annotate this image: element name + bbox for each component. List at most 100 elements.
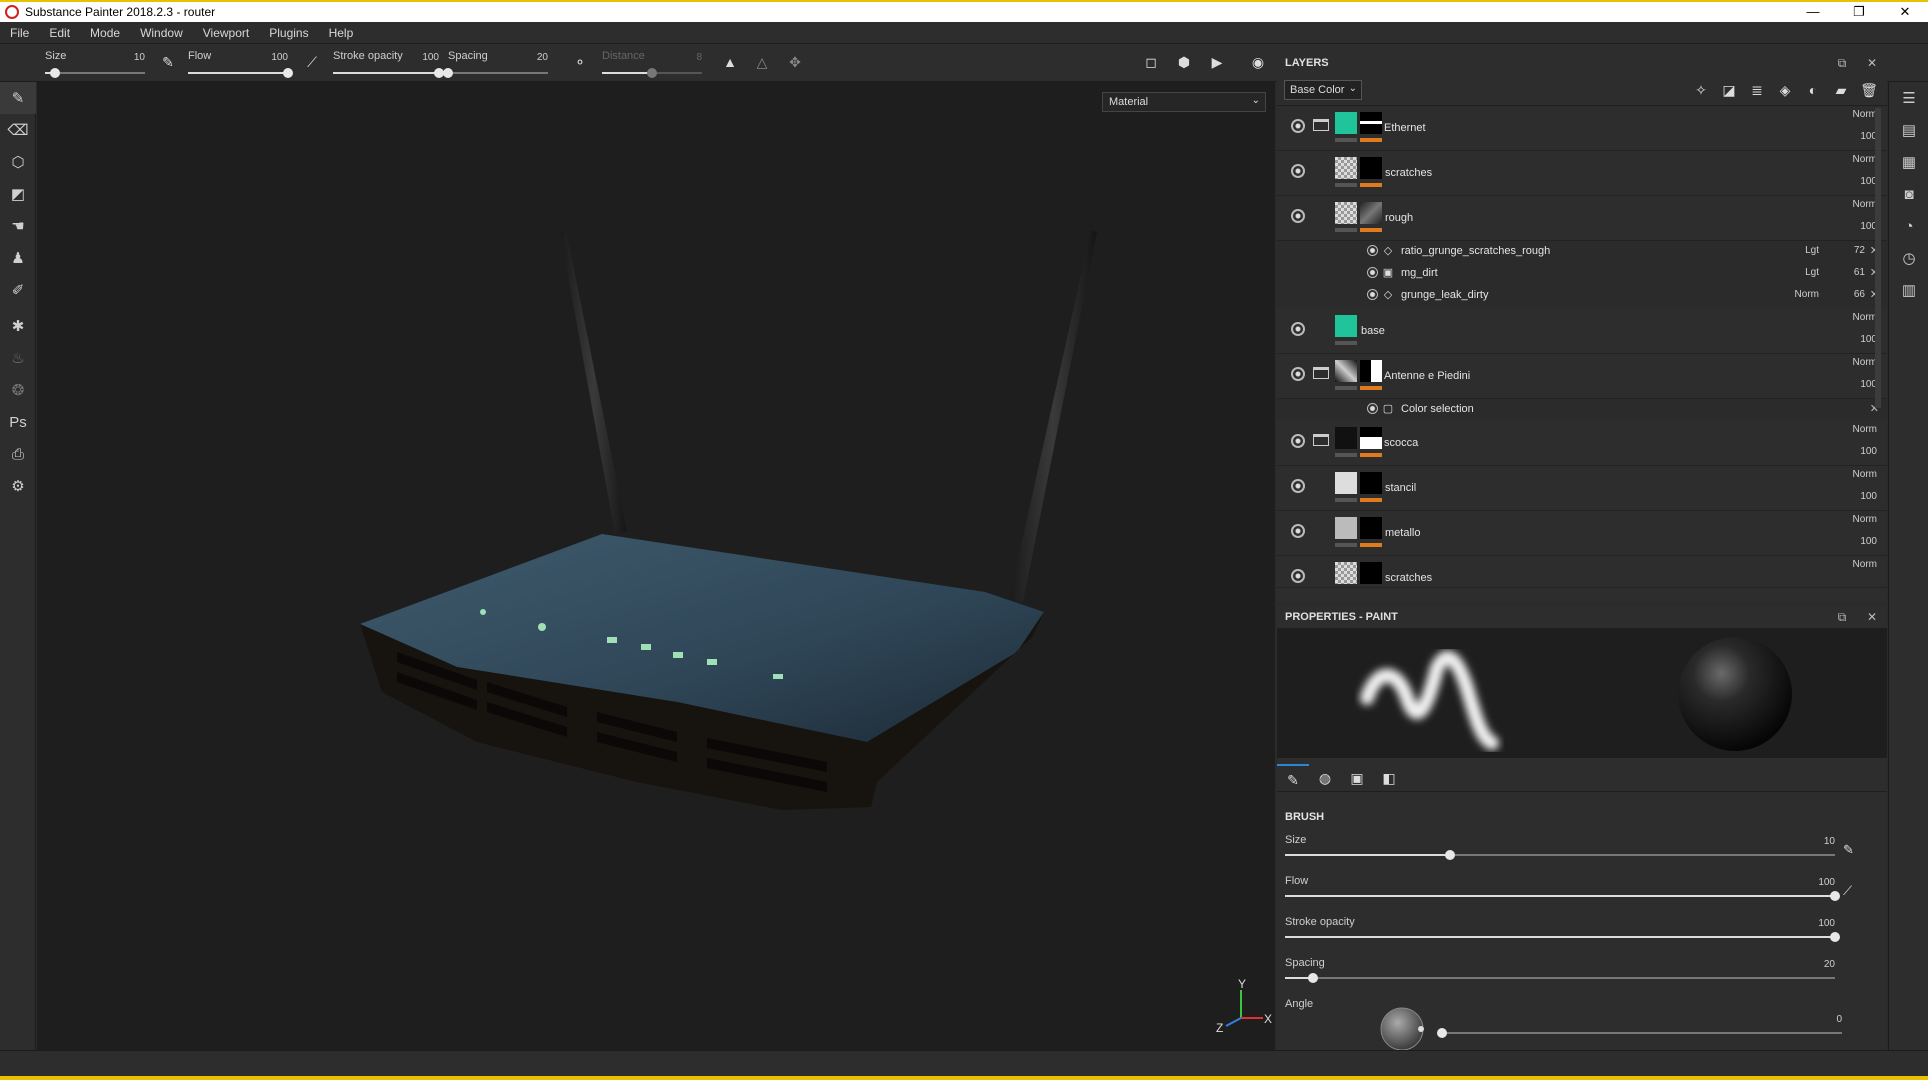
viewer-settings-icon[interactable]: ◔: [1889, 210, 1928, 242]
viewport-2d-icon[interactable]: ◻: [1141, 52, 1161, 72]
menu-edit[interactable]: Edit: [39, 26, 80, 40]
blend-mode-dropdown[interactable]: Lgt: [1805, 267, 1819, 278]
distance-slider[interactable]: Distance 8: [602, 48, 702, 78]
visibility-eye-icon[interactable]: [1367, 267, 1378, 278]
projection-icon[interactable]: ⬡: [0, 146, 36, 178]
close-panel-icon[interactable]: ✕: [1857, 56, 1887, 71]
visibility-eye-icon[interactable]: [1291, 367, 1305, 381]
blend-mode-dropdown[interactable]: Norm: [1853, 357, 1877, 368]
flow-pressure-icon[interactable]: ⟋: [302, 52, 322, 72]
effect-opacity[interactable]: 66: [1854, 289, 1865, 300]
menu-viewport[interactable]: Viewport: [193, 26, 259, 40]
camera-video-icon[interactable]: ▶: [1207, 52, 1227, 72]
clone-stamp-icon[interactable]: ♟: [0, 242, 36, 274]
channel-dropdown[interactable]: Base Color ⌄: [1284, 79, 1362, 100]
blend-mode-dropdown[interactable]: Norm: [1853, 109, 1877, 120]
add-mask-icon[interactable]: ◪: [1719, 80, 1739, 100]
add-smart-mask-icon[interactable]: ◐: [1803, 80, 1823, 100]
visibility-eye-icon[interactable]: [1291, 209, 1305, 223]
visibility-eye-icon[interactable]: [1291, 434, 1305, 448]
smudge-icon[interactable]: ☚: [0, 210, 36, 242]
screenshot-camera-icon[interactable]: ◉: [1248, 52, 1268, 72]
blend-mode-dropdown[interactable]: Norm: [1795, 289, 1819, 300]
effect-opacity[interactable]: 72: [1854, 245, 1865, 256]
size-slider-knob[interactable]: [50, 68, 60, 78]
polygon-fill-icon[interactable]: ◩: [0, 178, 36, 210]
angle-slider-knob[interactable]: [1437, 1028, 1447, 1038]
menu-help[interactable]: Help: [319, 26, 364, 40]
pen-pressure-icon[interactable]: ✎: [158, 52, 178, 72]
folder-closed-icon[interactable]: [1313, 367, 1329, 379]
layer-rough[interactable]: rough Norm 100: [1277, 196, 1887, 241]
visibility-eye-icon[interactable]: [1291, 524, 1305, 538]
menu-window[interactable]: Window: [130, 26, 193, 40]
visibility-eye-icon[interactable]: [1291, 164, 1305, 178]
brush-flow-slider[interactable]: Flow 100: [1285, 875, 1840, 909]
log-icon[interactable]: ▥: [1889, 274, 1928, 306]
flow-slider-knob[interactable]: [1830, 891, 1840, 901]
size-slider-knob[interactable]: [1445, 850, 1455, 860]
add-fill-layer-icon[interactable]: ◈: [1775, 80, 1795, 100]
settings-gear-icon[interactable]: ⚙: [0, 470, 36, 502]
effect-mg-dirt[interactable]: ▣ mg_dirt Lgt 61 ✕: [1277, 263, 1887, 285]
layer-opacity[interactable]: 100: [1860, 446, 1877, 457]
blend-mode-dropdown[interactable]: Norm: [1853, 424, 1877, 435]
brush-spacing-slider[interactable]: Spacing 20: [1285, 957, 1835, 991]
add-layer-icon[interactable]: ≣: [1747, 80, 1767, 100]
layer-stancil[interactable]: stancil Norm 100: [1277, 466, 1887, 511]
layer-antenne-e-piedini[interactable]: Antenne e Piedini Norm 100: [1277, 354, 1887, 399]
blend-mode-dropdown[interactable]: Norm: [1853, 312, 1877, 323]
undock-icon[interactable]: ⧉: [1827, 610, 1857, 625]
folder-open-icon[interactable]: [1313, 434, 1329, 446]
eraser-icon[interactable]: ⌫: [0, 114, 36, 146]
viewport-mode-dropdown[interactable]: Material ⌄: [1102, 92, 1266, 112]
stroke-opacity-slider[interactable]: Stroke opacity 100: [333, 48, 444, 78]
spacing-slider[interactable]: Spacing 20: [443, 48, 548, 78]
flow-pressure-icon[interactable]: ⟋: [1843, 883, 1861, 901]
flow-slider-knob[interactable]: [283, 68, 293, 78]
effect-grunge-leak-dirty[interactable]: ◇ grunge_leak_dirty Norm 66 ✕: [1277, 285, 1887, 309]
close-window-button[interactable]: ✕: [1882, 4, 1928, 20]
size-slider[interactable]: Size 10: [45, 48, 145, 78]
export-textures-icon[interactable]: ⎙: [0, 438, 36, 470]
alpha-tab-icon[interactable]: ◍: [1309, 764, 1341, 792]
paint-brush-icon[interactable]: ✎: [0, 82, 36, 114]
symmetry-icon[interactable]: ▲: [720, 52, 740, 72]
visibility-eye-icon[interactable]: [1367, 403, 1378, 414]
viewport-3d-icon[interactable]: ⬢: [1174, 52, 1194, 72]
iray-render-icon[interactable]: ✱: [0, 310, 36, 342]
folder-open-icon[interactable]: [1313, 119, 1329, 131]
layers-scrollbar[interactable]: [1875, 108, 1881, 408]
undock-icon[interactable]: ⧉: [1827, 56, 1857, 71]
material-tab-icon[interactable]: ◧: [1373, 764, 1405, 792]
layer-opacity[interactable]: 100: [1860, 536, 1877, 547]
blend-mode-dropdown[interactable]: Norm: [1853, 469, 1877, 480]
stroke-opacity-slider-knob[interactable]: [1830, 932, 1840, 942]
blend-mode-dropdown[interactable]: Norm: [1853, 199, 1877, 210]
brush-angle-slider[interactable]: 0: [1437, 1012, 1842, 1046]
effect-opacity[interactable]: 61: [1854, 267, 1865, 278]
angle-dial[interactable]: [1377, 1004, 1427, 1054]
layer-scocca[interactable]: scocca Norm 100: [1277, 421, 1887, 466]
lazy-mouse-icon[interactable]: ⚬: [570, 52, 590, 72]
layer-metallo[interactable]: metallo Norm 100: [1277, 511, 1887, 556]
display-settings-icon[interactable]: ◙: [1889, 178, 1928, 210]
texture-set-icon[interactable]: ▤: [1889, 114, 1928, 146]
menu-file[interactable]: File: [0, 26, 39, 40]
blend-mode-dropdown[interactable]: Norm: [1853, 514, 1877, 525]
brush-size-slider[interactable]: Size 10: [1285, 834, 1835, 868]
layer-base[interactable]: base Norm 100: [1277, 309, 1887, 354]
color-picker-icon[interactable]: ✐: [0, 274, 36, 306]
stencil-tab-icon[interactable]: ▣: [1341, 764, 1373, 792]
minimize-button[interactable]: —: [1790, 4, 1836, 20]
layer-scratches[interactable]: scratches Norm 100: [1277, 151, 1887, 196]
brush-tab-icon[interactable]: ✎: [1277, 764, 1309, 792]
history-icon[interactable]: ◷: [1889, 242, 1928, 274]
flow-slider[interactable]: Flow 100: [188, 48, 293, 78]
blend-mode-dropdown[interactable]: Norm: [1853, 154, 1877, 165]
visibility-eye-icon[interactable]: [1291, 119, 1305, 133]
distance-slider-knob[interactable]: [647, 68, 657, 78]
texture-set-settings-icon[interactable]: ▦: [1889, 146, 1928, 178]
layer-opacity[interactable]: 100: [1860, 491, 1877, 502]
visibility-eye-icon[interactable]: [1291, 322, 1305, 336]
